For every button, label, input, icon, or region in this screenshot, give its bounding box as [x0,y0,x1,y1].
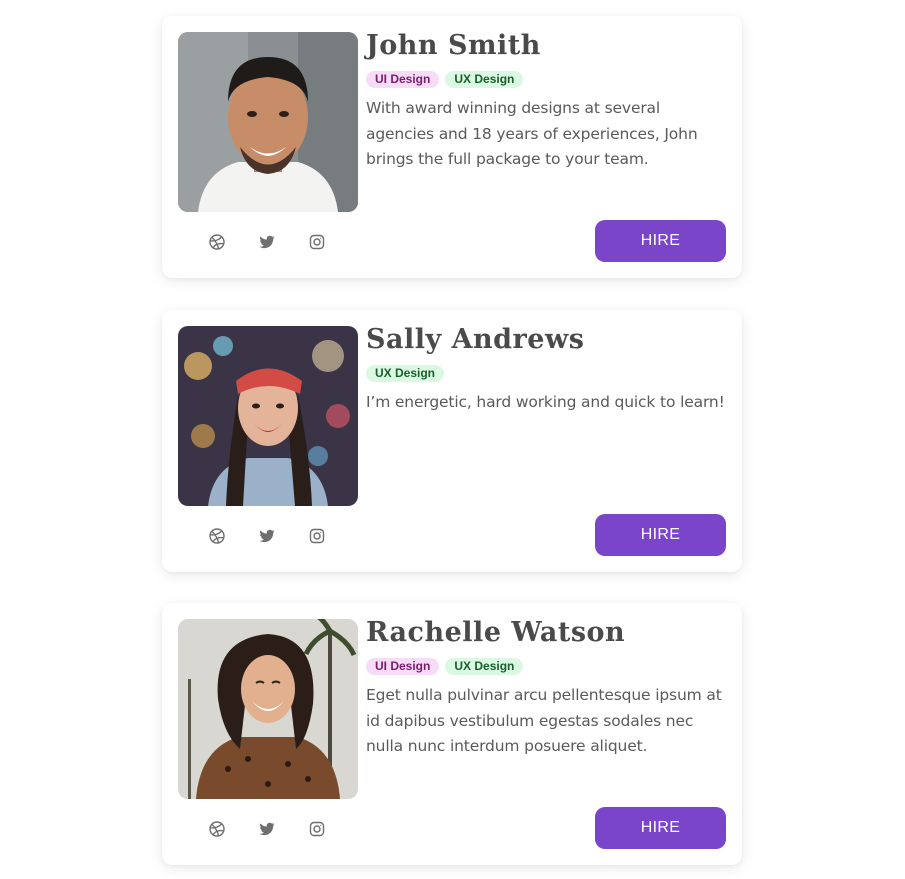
social-links [208,527,326,545]
tag-ui-design: UI Design [366,71,440,88]
skill-tags: UX Design [366,365,445,382]
profile-photo [178,326,358,506]
twitter-icon[interactable] [258,233,276,251]
twitter-icon[interactable] [258,527,276,545]
hire-button[interactable]: HIRE [595,220,726,262]
tag-ux-design: UX Design [366,365,445,382]
hire-button[interactable]: HIRE [595,514,726,556]
twitter-icon[interactable] [258,820,276,838]
profile-photo [178,619,358,799]
social-links [208,820,326,838]
profile-name: Rachelle Watson [366,617,626,648]
profile-card: Sally Andrews UX Design I’m energetic, h… [162,310,742,572]
instagram-icon[interactable] [308,820,326,838]
instagram-icon[interactable] [308,233,326,251]
tag-ux-design: UX Design [445,658,524,675]
dribbble-icon[interactable] [208,820,226,838]
profile-card: John Smith UI Design UX Design With awar… [162,16,742,278]
skill-tags: UI Design UX Design [366,71,524,88]
profile-bio: Eget nulla pulvinar arcu pellentesque ip… [366,686,722,755]
dribbble-icon[interactable] [208,527,226,545]
skill-tags: UI Design UX Design [366,658,524,675]
dribbble-icon[interactable] [208,233,226,251]
profile-card: Rachelle Watson UI Design UX Design Eget… [162,603,742,865]
profile-photo [178,32,358,212]
tag-ux-design: UX Design [445,71,524,88]
profile-name: John Smith [366,30,541,61]
social-links [208,233,326,251]
profile-name: Sally Andrews [366,324,585,355]
profile-bio: With award winning designs at several ag… [366,99,698,168]
profile-bio: I’m energetic, hard working and quick to… [366,393,725,411]
tag-ui-design: UI Design [366,658,440,675]
instagram-icon[interactable] [308,527,326,545]
hire-button[interactable]: HIRE [595,807,726,849]
